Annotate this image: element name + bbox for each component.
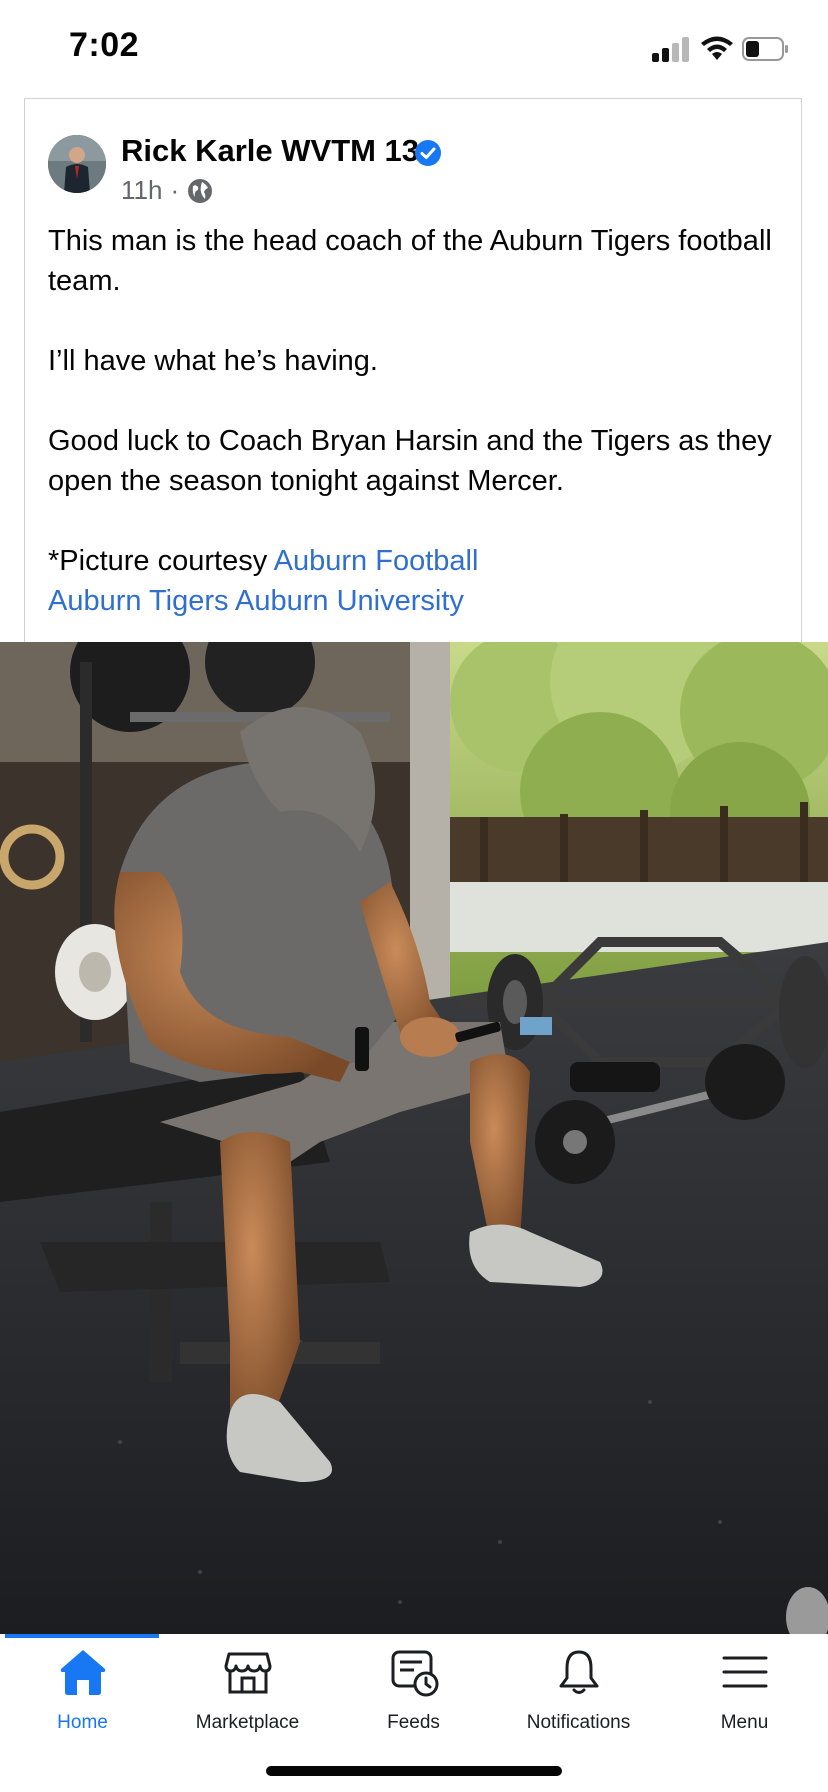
tag-link-auburn-football[interactable]: Auburn Football bbox=[274, 545, 479, 577]
globe-icon bbox=[188, 178, 213, 203]
post-paragraph: I’ll have what he’s having. bbox=[48, 345, 378, 377]
nav-label-notifications: Notifications bbox=[526, 1712, 631, 1733]
nav-feeds[interactable]: Feeds bbox=[331, 1634, 496, 1744]
status-time: 7:02 bbox=[69, 26, 140, 64]
bell-icon bbox=[559, 1650, 598, 1694]
tag-link-auburn-tigers[interactable]: Auburn Tigers bbox=[48, 585, 229, 617]
nav-label-feeds: Feeds bbox=[387, 1712, 440, 1733]
avatar[interactable] bbox=[48, 135, 106, 193]
author-name[interactable]: Rick Karle WVTM 13 bbox=[121, 133, 419, 169]
post-text: This man is the head coach of the Auburn… bbox=[48, 221, 788, 621]
tag-link-auburn-university[interactable]: Auburn University bbox=[235, 585, 464, 617]
post-paragraph: This man is the head coach of the Auburn… bbox=[48, 225, 772, 297]
nav-home[interactable]: Home bbox=[0, 1634, 165, 1744]
home-icon bbox=[60, 1650, 105, 1695]
nav-menu[interactable]: Menu bbox=[662, 1634, 827, 1744]
post-credit: *Picture courtesy Auburn Football Auburn … bbox=[48, 541, 788, 621]
menu-icon bbox=[722, 1656, 767, 1688]
feeds-icon bbox=[391, 1650, 438, 1697]
post-photo[interactable] bbox=[0, 642, 828, 1634]
credit-prefix: *Picture courtesy bbox=[48, 545, 268, 577]
battery-icon bbox=[742, 37, 788, 61]
home-indicator[interactable] bbox=[266, 1766, 562, 1776]
nav-marketplace[interactable]: Marketplace bbox=[165, 1634, 330, 1744]
nav-label-menu: Menu bbox=[720, 1712, 769, 1733]
marketplace-icon bbox=[224, 1652, 271, 1694]
nav-label-home: Home bbox=[57, 1712, 108, 1733]
post-meta: 11h · bbox=[121, 175, 213, 206]
cellular-signal-icon bbox=[652, 36, 692, 62]
post-card: Rick Karle WVTM 13 11h · This man is the… bbox=[24, 98, 802, 643]
verified-badge-icon bbox=[415, 140, 441, 166]
wifi-icon bbox=[701, 36, 733, 60]
nav-notifications[interactable]: Notifications bbox=[496, 1634, 661, 1744]
post-paragraph: Good luck to Coach Bryan Harsin and the … bbox=[48, 425, 772, 497]
status-bar: 7:02 bbox=[0, 0, 828, 100]
nav-label-marketplace: Marketplace bbox=[195, 1712, 300, 1733]
timestamp[interactable]: 11h bbox=[121, 175, 162, 206]
meta-separator: · bbox=[170, 175, 180, 205]
